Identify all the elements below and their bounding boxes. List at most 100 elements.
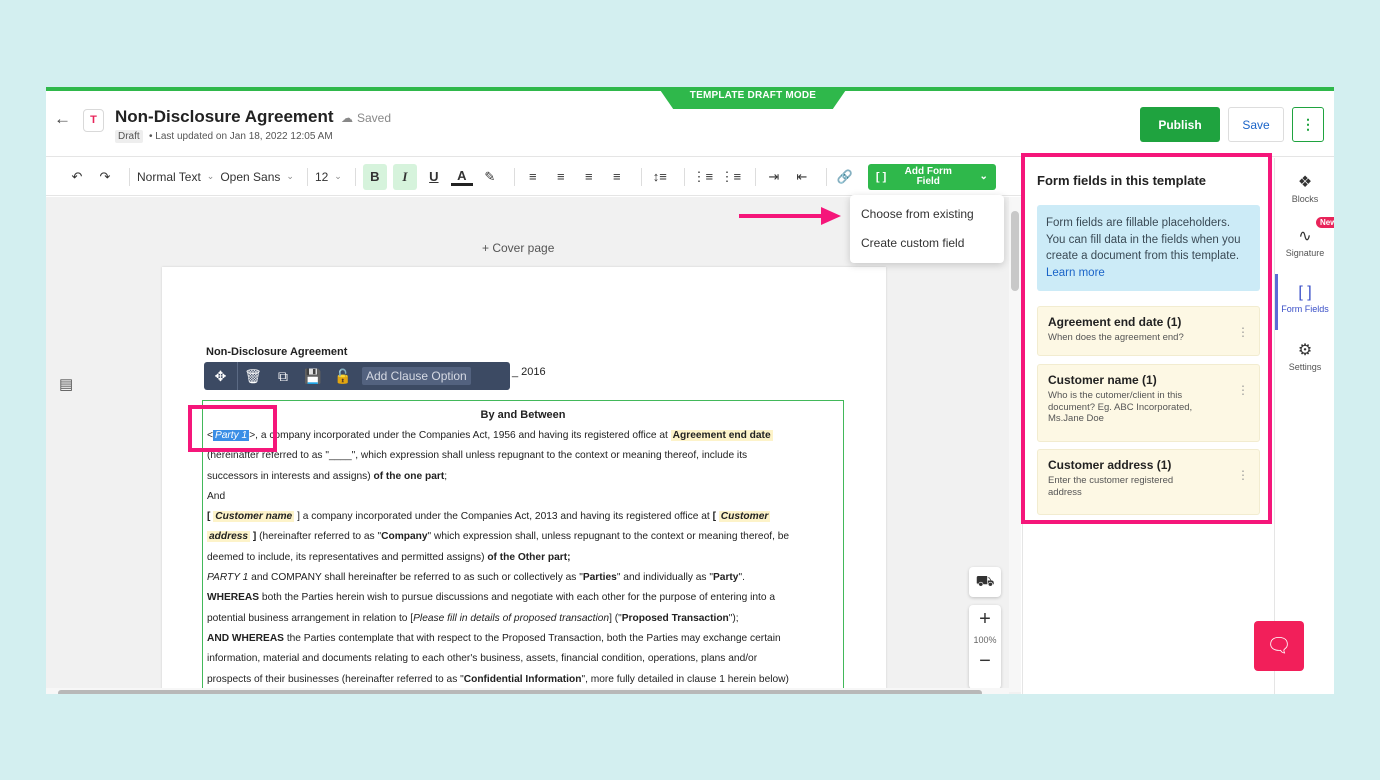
delete-icon[interactable]: 🗑 (238, 368, 268, 385)
text-span: potential business arrangement in relati… (207, 612, 414, 624)
zoom-out-icon[interactable]: − (969, 647, 1001, 675)
save-button[interactable]: Save (1228, 107, 1284, 142)
paint-bucket-icon[interactable]: ⛟ (969, 567, 1001, 597)
undo-icon[interactable]: ↶ (66, 164, 88, 190)
chevron-down-icon[interactable]: ⌄ (334, 171, 342, 182)
font-select[interactable]: Open Sans (220, 170, 280, 184)
formatting-toolbar: ↶ ↷ Normal Text ⌄ Open Sans ⌄ 12 ⌄ B I U… (46, 158, 1021, 196)
divider (683, 167, 685, 186)
rail-label: Blocks (1291, 194, 1319, 204)
bullet-list-icon[interactable]: ⋮≡ (692, 164, 714, 190)
add-form-field-button[interactable]: [ ] Add Form Field ⌄ (867, 163, 996, 190)
customer-address-field[interactable]: address (207, 531, 251, 543)
add-cover-page-link[interactable]: + Cover page (482, 241, 554, 255)
text-span: ] (250, 531, 260, 543)
rail-item-form-fields[interactable]: [ ] Form Fields (1275, 284, 1334, 314)
line-spacing-icon[interactable]: ↕≡ (649, 164, 671, 190)
link-icon[interactable]: 🔗 (834, 164, 856, 190)
align-justify-icon[interactable]: ≡ (606, 164, 628, 190)
text-span: >, a company incorporated under the Comp… (249, 430, 671, 441)
clause-block[interactable]: By and Between < Party 1 >, a company inco… (202, 400, 844, 694)
customer-name-field[interactable]: Customer name (213, 511, 295, 523)
scrollbar-thumb[interactable] (58, 690, 982, 694)
add-clause-option-button[interactable]: Add Clause Option (362, 367, 471, 385)
chat-icon[interactable]: 🗨 (1254, 621, 1304, 671)
clause-toolbar: ✥ 🗑 ⧉ 💾 🔓 Add Clause Option (204, 362, 510, 390)
agreement-end-date-field[interactable]: Agreement end date (670, 430, 773, 441)
text-line: < Party 1 >, a company incorporated under … (207, 430, 773, 441)
divider (129, 167, 130, 186)
vertical-scrollbar[interactable] (1009, 197, 1021, 692)
zoom-in-icon[interactable]: + (969, 605, 1001, 633)
lock-icon[interactable]: 🔓 (328, 368, 358, 385)
text-span: PARTY 1 (207, 572, 249, 584)
publish-button[interactable]: Publish (1140, 107, 1220, 142)
italic-icon[interactable]: I (392, 163, 417, 190)
document-title[interactable]: Non-Disclosure Agreement (115, 107, 334, 127)
chevron-down-icon[interactable]: ⌄ (207, 171, 215, 182)
text-line: WHEREAS both the Parties herein wish to … (207, 588, 841, 608)
text-color-icon[interactable]: A (450, 168, 473, 186)
indent-icon[interactable]: ⇥ (763, 164, 785, 190)
save-clause-icon[interactable]: 💾 (298, 368, 328, 385)
text-line: PARTY 1 and COMPANY shall hereinafter be… (207, 568, 841, 588)
rail-item-signature[interactable]: ∿ Signature (1275, 226, 1334, 258)
rail-item-blocks[interactable]: ❖ Blocks (1275, 172, 1334, 204)
gear-icon: ⚙ (1297, 342, 1313, 359)
scrollbar-thumb[interactable] (1011, 211, 1019, 291)
font-size-select[interactable]: 12 (315, 170, 328, 184)
outdent-icon[interactable]: ⇤ (791, 164, 813, 190)
outline-icon[interactable]: ▤ (59, 375, 73, 393)
chevron-down-icon[interactable]: ⌄ (979, 171, 987, 182)
text-line: AND WHEREAS the Parties contemplate that… (207, 629, 841, 649)
customer-address-field[interactable]: Customer (718, 511, 771, 523)
cloud-upload-icon: ☁ (341, 111, 353, 125)
text-style-select[interactable]: Normal Text (137, 170, 201, 184)
text-span: ] a company incorporated under the Compa… (294, 511, 713, 523)
template-icon: T (83, 109, 104, 132)
brackets-icon: [ ] (875, 170, 887, 183)
redo-icon[interactable]: ↷ (94, 164, 116, 190)
text-span: both the Parties herein wish to pursue d… (259, 592, 775, 604)
text-span: ] (" (609, 612, 622, 624)
choose-from-existing-option[interactable]: Choose from existing (850, 200, 1004, 229)
text-line: (hereinafter referred to as "____", whic… (207, 450, 748, 462)
underline-icon[interactable]: U (423, 164, 445, 190)
align-center-icon[interactable]: ≡ (550, 164, 572, 190)
document-heading: Non-Disclosure Agreement (206, 346, 348, 358)
duplicate-icon[interactable]: ⧉ (268, 368, 298, 385)
side-rail: ❖ Blocks ∿ Signature New [ ] Form Fields… (1274, 158, 1334, 694)
highlight-box (188, 405, 277, 452)
horizontal-scrollbar[interactable] (46, 688, 1009, 694)
add-form-field-dropdown: Choose from existing Create custom field (850, 195, 1004, 263)
text-span: prospects of their businesses (hereinaft… (207, 673, 464, 685)
saved-status: ☁ Saved (341, 111, 391, 125)
more-options-button[interactable]: ⋮ (1292, 107, 1324, 142)
last-updated: • Last updated on Jan 18, 2022 12:05 AM (149, 131, 333, 142)
back-arrow-icon[interactable]: ← (54, 109, 72, 129)
text-line: deemed to include, its representatives a… (207, 548, 841, 568)
divider (513, 167, 515, 186)
move-icon[interactable]: ✥ (204, 362, 238, 390)
zoom-level: 100% (973, 635, 997, 645)
numbered-list-icon[interactable]: ⋮≡ (720, 164, 742, 190)
align-left-icon[interactable]: ≡ (522, 164, 544, 190)
bold-icon[interactable]: B (362, 163, 387, 190)
new-badge: New (1316, 217, 1334, 228)
align-right-icon[interactable]: ≡ (578, 164, 600, 190)
text-span: "); (728, 612, 739, 624)
chevron-down-icon[interactable]: ⌄ (286, 171, 294, 182)
highlighter-icon[interactable]: ✎ (479, 164, 501, 190)
text-span: Parties (582, 572, 617, 584)
pointer-arrow-icon (739, 207, 841, 225)
text-span: Company (381, 531, 428, 543)
divider (354, 167, 356, 186)
text-line: information, material and documents rela… (207, 653, 758, 665)
text-span: Please fill in details of proposed trans… (413, 612, 610, 624)
text-span: [ (712, 511, 719, 523)
text-span: successors in interests and assigns) (207, 470, 374, 482)
brackets-icon: [ ] (1298, 284, 1312, 301)
divider (825, 167, 827, 186)
create-custom-field-option[interactable]: Create custom field (850, 229, 1004, 258)
rail-item-settings[interactable]: ⚙ Settings (1275, 340, 1334, 372)
